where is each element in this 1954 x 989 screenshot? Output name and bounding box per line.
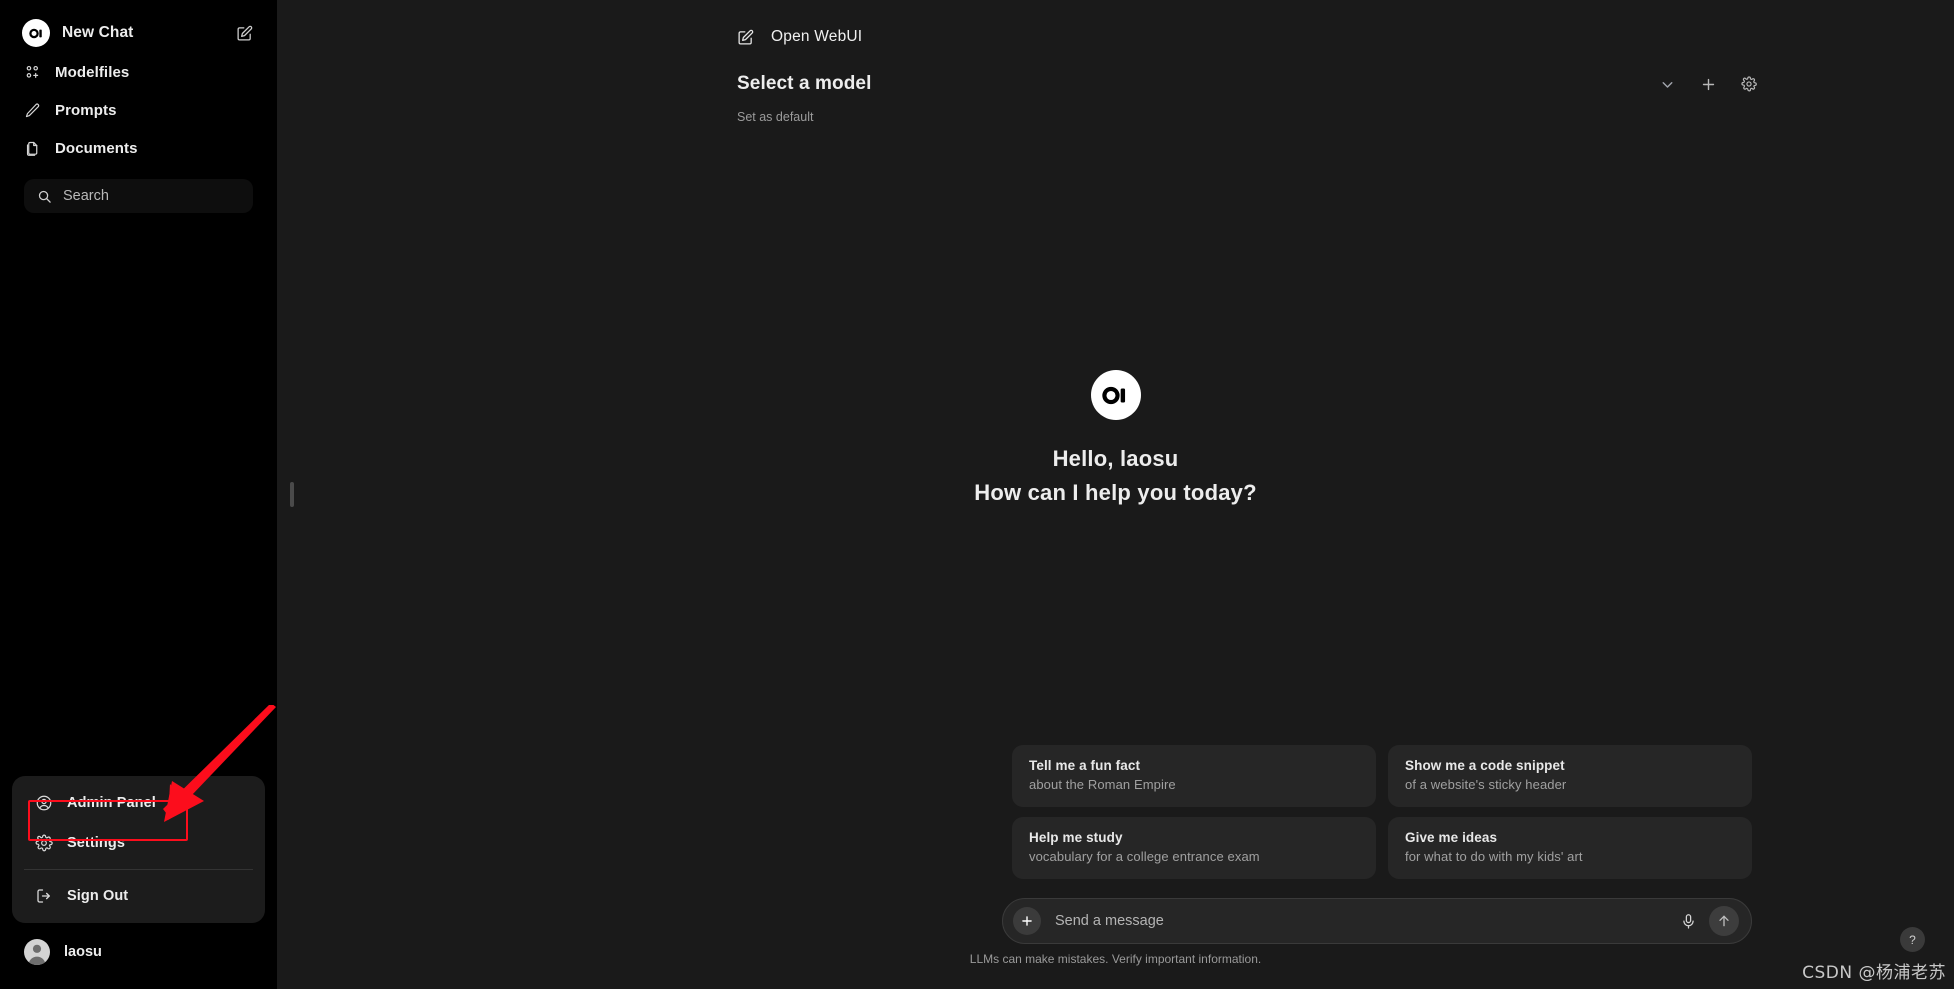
suggestion-subtitle: for what to do with my kids' art	[1405, 849, 1583, 864]
sidebar-bottom: Admin Panel Settings Sign Out laosu	[0, 776, 277, 989]
model-selector-button[interactable]: Select a model	[737, 73, 871, 95]
disclaimer-text: LLMs can make mistakes. Verify important…	[969, 952, 1262, 966]
gear-icon[interactable]	[1741, 76, 1757, 92]
plus-icon[interactable]	[1700, 76, 1717, 93]
gear-icon	[34, 834, 53, 853]
menu-item-sign-out[interactable]: Sign Out	[18, 876, 259, 916]
suggestion-card[interactable]: Give me ideas for what to do with my kid…	[1388, 817, 1752, 879]
sidebar: New Chat Modelfiles Prompts Documents Se…	[0, 0, 277, 989]
main-content: Open WebUI Select a model Set as default…	[277, 0, 1954, 989]
search-input[interactable]: Search	[24, 179, 253, 213]
user-profile-name: laosu	[64, 944, 102, 960]
message-composer	[1002, 898, 1752, 944]
sidebar-item-prompts[interactable]: Prompts	[12, 92, 265, 128]
new-chat-button[interactable]: New Chat	[12, 14, 265, 52]
documents-copy-icon	[23, 139, 42, 158]
microphone-icon[interactable]	[1680, 913, 1697, 930]
help-button[interactable]: ?	[1900, 927, 1925, 952]
openwebui-logo-icon	[1090, 370, 1141, 420]
csdn-watermark: CSDN @杨浦老苏	[1802, 963, 1946, 983]
suggestion-card[interactable]: Tell me a fun fact about the Roman Empir…	[1012, 745, 1376, 807]
search-icon	[37, 189, 52, 204]
suggestion-title: Help me study	[1029, 830, 1123, 845]
sidebar-item-modelfiles-label: Modelfiles	[55, 63, 130, 81]
openwebui-logo-icon	[22, 19, 50, 47]
pencil-icon	[23, 101, 42, 120]
suggestion-title: Show me a code snippet	[1405, 758, 1565, 773]
user-menu-card: Admin Panel Settings Sign Out	[12, 776, 265, 923]
menu-item-settings-label: Settings	[67, 835, 125, 851]
search-placeholder: Search	[63, 188, 109, 204]
suggestion-cards: Tell me a fun fact about the Roman Empir…	[1012, 745, 1752, 879]
sidebar-item-documents[interactable]: Documents	[12, 130, 265, 166]
greeting-section: Hello, laosu How can I help you today?	[277, 370, 1954, 506]
edit-square-icon[interactable]	[236, 25, 253, 42]
suggestion-card[interactable]: Help me study vocabulary for a college e…	[1012, 817, 1376, 879]
message-input[interactable]	[1041, 913, 1680, 929]
greeting-hello: Hello, laosu	[1052, 446, 1179, 471]
avatar	[24, 939, 50, 965]
menu-item-admin-panel[interactable]: Admin Panel	[18, 783, 259, 823]
open-webui-link[interactable]: Open WebUI	[737, 28, 862, 46]
open-webui-label: Open WebUI	[771, 28, 863, 45]
menu-item-settings[interactable]: Settings	[18, 823, 259, 863]
menu-divider	[24, 869, 253, 870]
model-actions	[1659, 76, 1757, 93]
logout-icon	[34, 887, 53, 906]
model-selector-row: Select a model	[737, 73, 1757, 95]
user-circle-icon	[34, 794, 53, 813]
user-profile-row[interactable]: laosu	[12, 929, 265, 975]
sidebar-item-documents-label: Documents	[55, 139, 138, 157]
suggestion-title: Give me ideas	[1405, 830, 1498, 845]
sidebar-top: New Chat Modelfiles Prompts Documents Se…	[0, 0, 277, 213]
sidebar-resize-handle[interactable]	[290, 482, 294, 507]
chevron-down-icon[interactable]	[1659, 76, 1676, 93]
suggestion-card[interactable]: Show me a code snippet of a website's st…	[1388, 745, 1752, 807]
suggestion-subtitle: about the Roman Empire	[1029, 777, 1176, 792]
add-attachment-button[interactable]	[1013, 907, 1041, 935]
sidebar-item-prompts-label: Prompts	[55, 101, 117, 119]
edit-square-icon	[737, 29, 754, 46]
greeting-question: How can I help you today?	[974, 480, 1257, 505]
suggestion-title: Tell me a fun fact	[1029, 758, 1141, 773]
send-button[interactable]	[1709, 906, 1739, 936]
app-root: New Chat Modelfiles Prompts Documents Se…	[0, 0, 1954, 989]
suggestion-subtitle: vocabulary for a college entrance exam	[1029, 849, 1260, 864]
menu-item-admin-panel-label: Admin Panel	[67, 795, 156, 811]
sidebar-item-modelfiles[interactable]: Modelfiles	[12, 54, 265, 90]
menu-item-sign-out-label: Sign Out	[67, 888, 129, 904]
new-chat-label: New Chat	[62, 24, 134, 41]
set-as-default-button[interactable]: Set as default	[737, 110, 813, 124]
modelfiles-icon	[23, 63, 42, 82]
top-bar: Open WebUI Select a model Set as default	[277, 0, 1954, 140]
suggestion-subtitle: of a website's sticky header	[1405, 777, 1567, 792]
